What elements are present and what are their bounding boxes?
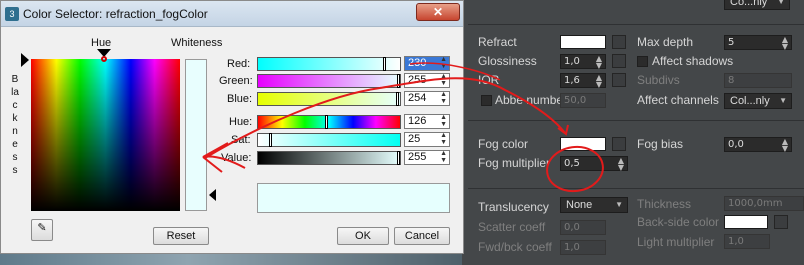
annotation-overlay [202,62,604,193]
annotation-arrow-line [204,77,566,159]
annotation-circle [546,145,604,193]
